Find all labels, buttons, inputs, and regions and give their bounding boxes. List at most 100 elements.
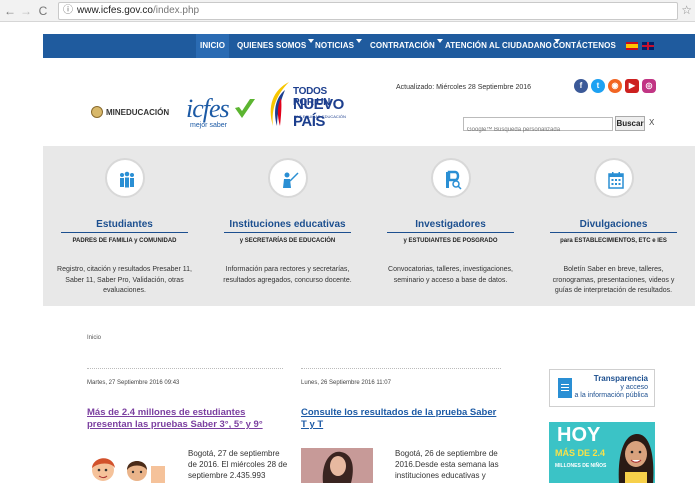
- news-date: Lunes, 26 Septiembre 2016 11:07: [301, 380, 391, 386]
- document-icon: [558, 378, 572, 398]
- search-button[interactable]: Buscar: [615, 116, 645, 131]
- title-underline: [550, 232, 677, 233]
- check-icon: [235, 99, 255, 118]
- audience-divulgaciones[interactable]: Divulgaciones para ESTABLECIMIENTOS, ETC…: [532, 146, 695, 306]
- instagram-icon[interactable]: ◎: [642, 79, 656, 93]
- audience-subtitle: y SECRETARÍAS DE EDUCACIÓN: [239, 238, 336, 244]
- search-input[interactable]: [464, 124, 610, 136]
- audience-title[interactable]: Investigadores: [369, 219, 532, 230]
- url-host: www.icfes.gov.co: [77, 5, 153, 16]
- breadcrumb[interactable]: Inicio: [87, 335, 101, 341]
- nav-quienes-somos[interactable]: QUIENES SOMOS: [237, 34, 315, 58]
- nav-label: CONTRATACIÓN: [370, 41, 435, 50]
- banner-mas: MÁS DE 2.4: [555, 448, 606, 458]
- youtube-icon[interactable]: ▶: [625, 79, 639, 93]
- mineducacion-text: MINEDUCACIÓN: [106, 108, 170, 117]
- facebook-icon[interactable]: f: [574, 79, 588, 93]
- news-thumbnail[interactable]: [87, 448, 167, 483]
- spanish-flag-icon[interactable]: [626, 42, 638, 50]
- transparencia-line-3: a la información pública: [574, 392, 648, 399]
- audience-subtitle: para ESTABLECIMIENTOS, ETC e IES: [560, 238, 667, 244]
- todos-line-3: PAZ EQUIDAD EDUCACIÓN: [294, 114, 346, 119]
- audience-icon-circle: [594, 158, 634, 198]
- caret-down-icon: [436, 39, 443, 43]
- rss-icon[interactable]: ◉: [608, 79, 622, 93]
- audience-description: Convocatorias, talleres, investigaciones…: [388, 266, 513, 284]
- audience-description: Registro, citación y resultados Presaber…: [57, 266, 192, 294]
- icfes-wordmark: icfes: [186, 94, 230, 123]
- transparencia-link[interactable]: Transparencia y acceso a la información …: [549, 369, 655, 407]
- main-content: INICIO QUIENES SOMOS NOTICIAS CONTRATACI…: [43, 22, 695, 483]
- twitter-icon[interactable]: t: [591, 79, 605, 93]
- nav-label: CONTÁCTENOS: [553, 41, 616, 50]
- url-path: /index.php: [152, 5, 200, 16]
- seal-icon: [91, 106, 103, 118]
- left-margin: [0, 22, 43, 483]
- saber-banner[interactable]: HOY MÁS DE 2.4 MILLONES DE NIÑOS: [549, 422, 655, 483]
- audience-estudiantes[interactable]: Estudiantes PADRES DE FAMILIA y COMUNIDA…: [43, 146, 206, 306]
- todos-line-2: NUEVO PAÍS: [293, 96, 344, 130]
- news-divider: [301, 368, 501, 369]
- caret-down-icon: [308, 39, 315, 43]
- english-flag-icon[interactable]: [642, 42, 654, 50]
- audience-icon-circle: [105, 158, 145, 198]
- nav-noticias[interactable]: NOTICIAS: [315, 34, 363, 58]
- news-snippet: Bogotá, 26 de septiembre de 2016.Desde e…: [395, 449, 499, 480]
- title-underline: [224, 232, 351, 233]
- audience-icon-circle: [431, 158, 471, 198]
- nav-contactenos[interactable]: CONTÁCTENOS: [553, 34, 616, 58]
- last-updated: Actualizado: Miércoles 28 Septiembre 201…: [396, 84, 532, 91]
- search-clear-button[interactable]: X: [649, 118, 654, 127]
- audience-icon-circle: [268, 158, 308, 198]
- banner-hoy: HOY: [557, 424, 601, 446]
- news-snippet: Bogotá, 27 de septiembre de 2016. El mié…: [188, 449, 288, 480]
- calendar-icon: [608, 172, 624, 189]
- nav-label: NOTICIAS: [315, 41, 355, 50]
- nav-label: INICIO: [200, 41, 226, 50]
- news-thumbnail[interactable]: [301, 448, 373, 483]
- audience-investigadores[interactable]: Investigadores y ESTUDIANTES DE POSGRADO…: [369, 146, 532, 306]
- audience-title[interactable]: Divulgaciones: [532, 219, 695, 230]
- audience-subtitle: PADRES DE FAMILIA y COMUNIDAD: [72, 238, 177, 244]
- back-icon[interactable]: ←: [4, 4, 16, 18]
- students-icon: [120, 171, 134, 188]
- todos-por-un-nuevo-pais-logo[interactable]: TODOS POR UN NUEVO PAÍS PAZ EQUIDAD EDUC…: [263, 80, 349, 130]
- search-box: [463, 117, 613, 136]
- nav-contratacion[interactable]: CONTRATACIÓN: [370, 34, 443, 58]
- forward-icon[interactable]: →: [20, 4, 32, 18]
- colombia-swoosh-icon: [270, 82, 289, 126]
- site-header: MINEDUCACIÓN icfes mejor saber TODOS POR…: [43, 58, 695, 146]
- audience-band: Estudiantes PADRES DE FAMILIA y COMUNIDA…: [43, 146, 695, 306]
- audience-title[interactable]: Estudiantes: [43, 219, 206, 230]
- nav-label: QUIENES SOMOS: [237, 41, 307, 50]
- browser-toolbar: ← → C ⓘ www.icfes.gov.co/index.php ☆: [0, 0, 695, 22]
- page: INICIO QUIENES SOMOS NOTICIAS CONTRATACI…: [0, 22, 695, 483]
- icfes-tagline: mejor saber: [190, 122, 227, 129]
- mineducacion-logo[interactable]: MINEDUCACIÓN: [91, 106, 173, 120]
- news-headline[interactable]: Consulte los resultados de la prueba Sab…: [301, 407, 501, 431]
- teacher-icon: [283, 172, 299, 188]
- banner-ninos: MILLONES DE NIÑOS: [555, 463, 607, 469]
- caret-down-icon: [356, 39, 363, 43]
- title-underline: [61, 232, 188, 233]
- audience-subtitle: y ESTUDIANTES DE POSGRADO: [403, 238, 498, 244]
- children-illustration-icon: [92, 458, 165, 483]
- audience-description: Información para rectores y secretarías,…: [223, 266, 352, 284]
- reload-icon[interactable]: C: [37, 4, 49, 18]
- bookmark-star-icon[interactable]: ☆: [681, 3, 692, 17]
- nav-label: ATENCIÓN AL CIUDADANO: [445, 41, 552, 50]
- audience-title[interactable]: Instituciones educativas: [206, 219, 369, 230]
- audience-instituciones[interactable]: Instituciones educativas y SECRETARÍAS D…: [206, 146, 369, 306]
- nav-inicio[interactable]: INICIO: [196, 34, 230, 58]
- news-divider: [87, 368, 283, 369]
- news-date: Martes, 27 Septiembre 2016 09:43: [87, 380, 180, 386]
- address-bar[interactable]: ⓘ www.icfes.gov.co/index.php: [58, 2, 678, 20]
- researcher-icon: [446, 170, 462, 190]
- girl-illustration-icon: [618, 434, 654, 483]
- title-underline: [387, 232, 514, 233]
- icfes-logo[interactable]: icfes mejor saber: [186, 94, 256, 130]
- top-navigation: INICIO QUIENES SOMOS NOTICIAS CONTRATACI…: [43, 34, 695, 58]
- news-headline[interactable]: Más de 2.4 millones de estudiantes prese…: [87, 407, 287, 431]
- nav-atencion-ciudadano[interactable]: ATENCIÓN AL CIUDADANO: [445, 34, 560, 58]
- info-icon[interactable]: ⓘ: [63, 3, 73, 19]
